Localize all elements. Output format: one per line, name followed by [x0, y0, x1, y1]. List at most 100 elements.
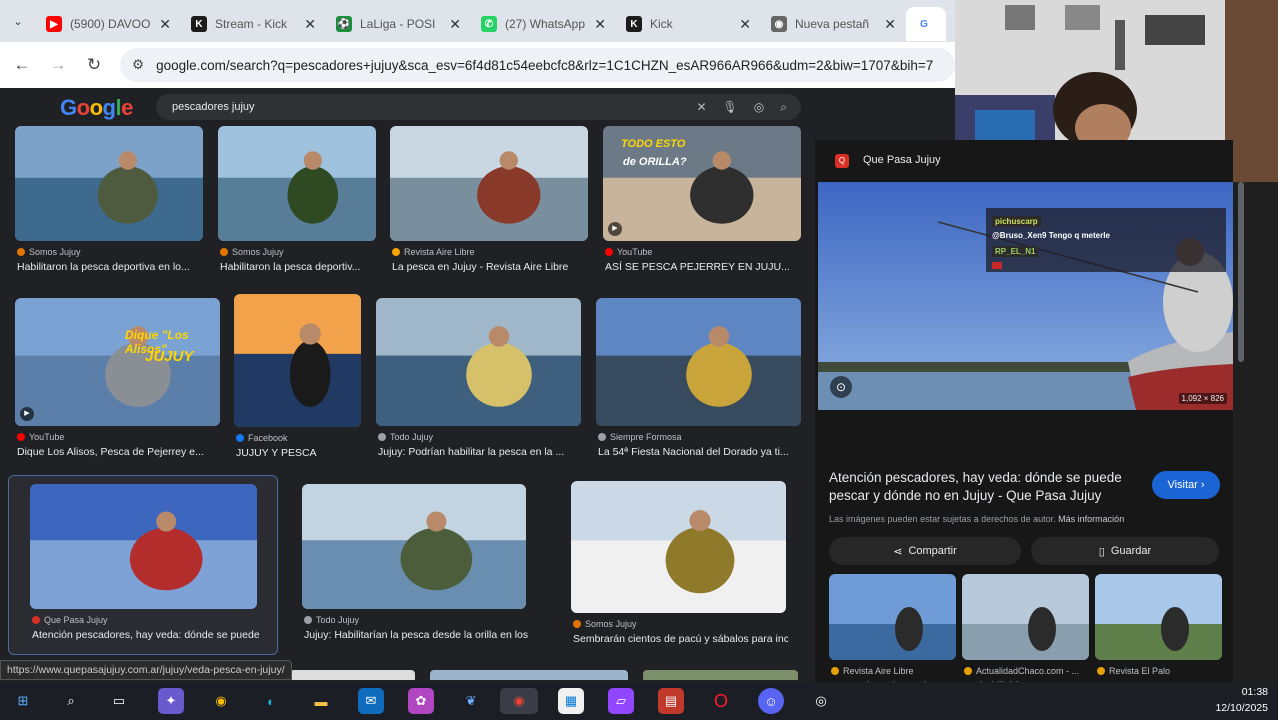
- browser-tab[interactable]: ⚽ LaLiga - POSI ✕: [326, 7, 471, 41]
- thumb-caption: de ORILLA?: [623, 156, 687, 168]
- file-explorer-button[interactable]: ▬: [308, 688, 334, 714]
- result-title[interactable]: Dique Los Alisos, Pesca de Pejerrey e...: [17, 446, 222, 458]
- result-title[interactable]: La pesca en Jujuy - Revista Aire Libre: [392, 261, 590, 273]
- partial-thumbnail[interactable]: [430, 670, 628, 680]
- related-thumbnail[interactable]: [829, 574, 956, 660]
- close-tab-icon[interactable]: ✕: [304, 16, 316, 33]
- discord-button[interactable]: ☺: [758, 688, 784, 714]
- result-title[interactable]: Jujuy: Habilitarían la pesca desde la or…: [304, 629, 528, 641]
- result-title[interactable]: ASÍ SE PESCA PEJERREY EN JUJU...: [605, 261, 803, 273]
- partial-thumbnail[interactable]: [643, 670, 798, 680]
- image-result[interactable]: Somos Jujuy Sembrarán cientos de pacú y s…: [571, 481, 788, 657]
- image-result[interactable]: Dique "Los Alisos" JUJUY YouTube Dique Los …: [15, 298, 220, 470]
- start-button[interactable]: ⊞: [10, 688, 36, 714]
- image-result[interactable]: Siempre Formosa La 54ª Fiesta Nacional de…: [596, 298, 801, 470]
- result-title[interactable]: Jujuy: Podrían habilitar la pesca en la …: [378, 446, 583, 458]
- site-info-icon[interactable]: ⚙: [132, 57, 144, 73]
- clear-icon[interactable]: ✕: [696, 94, 706, 120]
- result-thumbnail[interactable]: Dique "Los Alisos" JUJUY: [15, 298, 220, 426]
- share-icon: ⋖: [893, 545, 903, 558]
- result-title[interactable]: Habilitaron la pesca deportiva en lo...: [17, 261, 205, 273]
- result-thumbnail[interactable]: [596, 298, 801, 426]
- related-thumbnail[interactable]: [1095, 574, 1222, 660]
- twitch-button[interactable]: ▱: [608, 688, 634, 714]
- close-tab-icon[interactable]: ✕: [594, 16, 606, 33]
- tab-search-button[interactable]: ⌄: [0, 5, 36, 37]
- system-clock[interactable]: 01:38 12/10/2025: [1215, 684, 1268, 716]
- panel-site-name[interactable]: Que Pasa Jujuy: [863, 154, 941, 166]
- result-thumbnail[interactable]: [571, 481, 786, 613]
- result-title[interactable]: Atención pescadores, hay veda: dónde se …: [32, 629, 259, 641]
- mic-icon[interactable]: 🎙: [723, 94, 738, 120]
- image-result[interactable]: Revista Aire Libre La pesca en Jujuy - Re…: [390, 126, 588, 285]
- result-title[interactable]: JUJUY Y PESCA: [236, 447, 363, 459]
- result-thumbnail[interactable]: TODO ESTO de ORILLA?: [603, 126, 801, 241]
- result-source: Siempre Formosa: [598, 432, 682, 442]
- app-button[interactable]: ▤: [658, 688, 684, 714]
- close-tab-icon[interactable]: ✕: [884, 16, 896, 33]
- lens-search-icon[interactable]: ⊙: [830, 376, 852, 398]
- result-thumbnail[interactable]: [302, 484, 526, 609]
- discord-icon: ☺: [764, 693, 778, 709]
- opera-button[interactable]: O: [708, 688, 734, 714]
- close-tab-icon[interactable]: ✕: [739, 16, 751, 33]
- browser-tab[interactable]: ◉ Nueva pestañ ✕: [761, 7, 906, 41]
- image-result[interactable]: TODO ESTO de ORILLA? YouTube ASÍ SE PESCA P…: [603, 126, 801, 285]
- image-result[interactable]: Facebook JUJUY Y PESCA: [234, 294, 361, 471]
- result-title[interactable]: Habilitaron la pesca deportiv...: [220, 261, 378, 273]
- close-tab-icon[interactable]: ✕: [449, 16, 461, 33]
- scrollbar-thumb[interactable]: [1238, 182, 1244, 362]
- browser-tab[interactable]: ✆ (27) WhatsApp ✕: [471, 7, 616, 41]
- image-result[interactable]: Que Pasa Jujuy Atención pescadores, hay v…: [30, 484, 259, 653]
- partial-thumbnail[interactable]: [290, 670, 415, 680]
- address-bar[interactable]: ⚙ google.com/search?q=pescadores+jujuy&s…: [120, 48, 955, 82]
- close-tab-icon[interactable]: ✕: [159, 16, 171, 33]
- result-thumbnail[interactable]: [30, 484, 257, 609]
- result-title[interactable]: Sembrarán cientos de pacú y sábalos para…: [573, 633, 788, 645]
- active-tab[interactable]: G: [906, 7, 946, 41]
- related-thumbnail[interactable]: [962, 574, 1089, 660]
- forward-button[interactable]: →: [40, 55, 76, 75]
- teams-button[interactable]: ✿: [408, 688, 434, 714]
- result-thumbnail[interactable]: [390, 126, 588, 241]
- source-favicon-icon: [605, 248, 613, 256]
- more-info-link[interactable]: Más información: [1058, 514, 1124, 524]
- image-result[interactable]: Todo Jujuy Jujuy: Podrían habilitar la pe…: [376, 298, 581, 470]
- chrome-active-button[interactable]: ◉: [500, 688, 538, 714]
- outlook-button[interactable]: ✉: [358, 688, 384, 714]
- save-button[interactable]: ▯ Guardar: [1031, 537, 1219, 565]
- edge-button[interactable]: ◐: [258, 688, 284, 714]
- arc-button[interactable]: ❦: [458, 688, 484, 714]
- reload-button[interactable]: ↻: [76, 55, 112, 75]
- google-logo[interactable]: Google: [60, 95, 133, 121]
- browser-tab[interactable]: ▶ (5900) DAVOO ✕: [36, 7, 181, 41]
- chrome-button[interactable]: ◉: [208, 688, 234, 714]
- store-button[interactable]: ▦: [558, 688, 584, 714]
- task-view-button[interactable]: ▭: [106, 688, 132, 714]
- search-input[interactable]: pescadores jujuy ✕ 🎙 ◎ ⌕: [156, 94, 801, 120]
- result-thumbnail[interactable]: [234, 294, 361, 427]
- search-button[interactable]: ⌕: [58, 688, 84, 714]
- back-button[interactable]: ←: [4, 55, 40, 75]
- site-favicon-icon: Q: [835, 154, 849, 168]
- lens-icon[interactable]: ◎: [754, 94, 764, 120]
- obs-button[interactable]: ◎: [808, 688, 834, 714]
- source-favicon-icon: [598, 433, 606, 441]
- vertical-scrollbar[interactable]: [1236, 182, 1246, 682]
- search-icon[interactable]: ⌕: [780, 94, 787, 120]
- image-result[interactable]: Todo Jujuy Jujuy: Habilitarían la pesca d…: [302, 484, 528, 653]
- browser-tab[interactable]: K Stream - Kick ✕: [181, 7, 326, 41]
- result-thumbnail[interactable]: [376, 298, 581, 426]
- result-thumbnail[interactable]: [218, 126, 376, 241]
- copilot-button[interactable]: ✦: [158, 688, 184, 714]
- visit-button[interactable]: Visitar ›: [1152, 471, 1220, 499]
- image-result[interactable]: Somos Jujuy Habilitaron la pesca deportiv…: [218, 126, 376, 285]
- share-button[interactable]: ⋖ Compartir: [829, 537, 1021, 565]
- image-result[interactable]: Somos Jujuy Habilitaron la pesca deportiv…: [15, 126, 203, 285]
- result-source: Somos Jujuy: [17, 247, 81, 257]
- browser-tab[interactable]: K Kick ✕: [616, 7, 761, 41]
- panel-title[interactable]: Atención pescadores, hay veda: dónde se …: [829, 469, 1149, 505]
- preview-image[interactable]: ⊙ 1,092 × 826 pichuscarp @Bruso_Xen9 Ten…: [818, 182, 1233, 410]
- result-title[interactable]: La 54ª Fiesta Nacional del Dorado ya ti.…: [598, 446, 803, 458]
- result-thumbnail[interactable]: [15, 126, 203, 241]
